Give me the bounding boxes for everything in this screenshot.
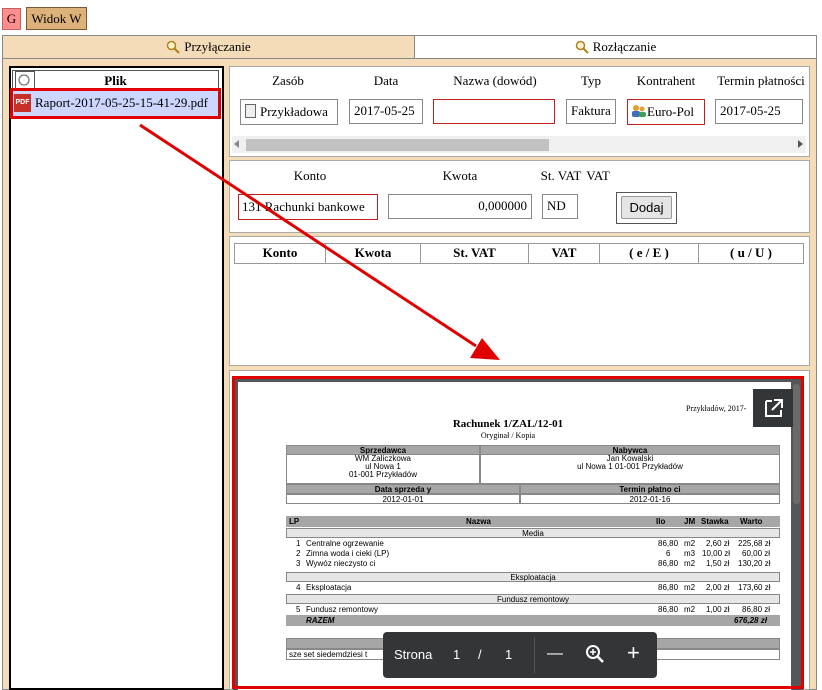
- annotation-arrow: [139, 123, 500, 360]
